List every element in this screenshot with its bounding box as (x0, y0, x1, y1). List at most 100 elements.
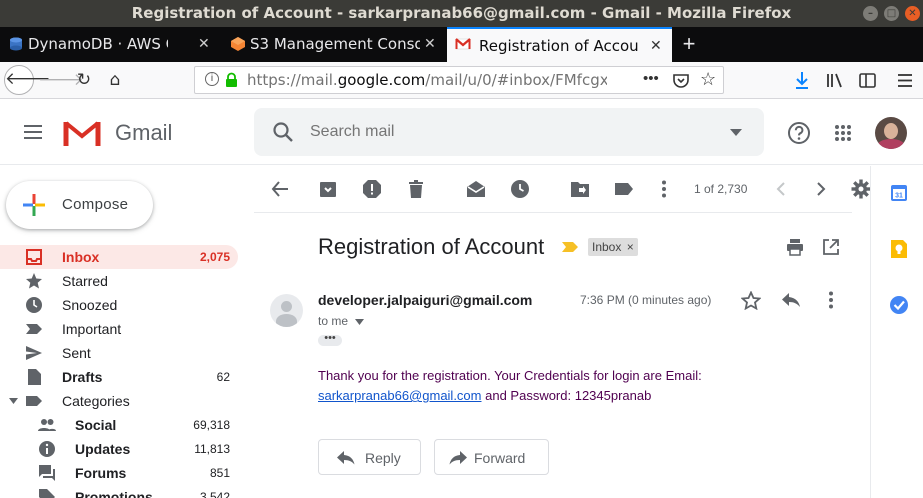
sidebar-item-categories[interactable]: Categories (0, 389, 238, 413)
newer-chevron-icon[interactable] (771, 179, 791, 199)
labels-icon[interactable] (614, 179, 634, 199)
gmail-header: Gmail (0, 100, 923, 165)
gmail-logo-icon[interactable] (62, 118, 102, 148)
body-text-line2: and Password: 12345pranab (481, 388, 652, 403)
sidebar-item-updates[interactable]: Updates 11,813 (0, 437, 238, 461)
sidebar-item-count: 2,075 (199, 250, 230, 264)
settings-gear-icon[interactable] (851, 179, 871, 199)
apps-icon[interactable] (834, 124, 852, 142)
remove-label-icon[interactable]: × (627, 240, 634, 254)
forum-icon (39, 465, 55, 481)
pocket-icon[interactable] (673, 73, 689, 88)
tab-close-icon[interactable]: ✕ (424, 27, 436, 61)
tab-close-icon[interactable]: ✕ (198, 27, 210, 61)
keep-icon[interactable] (890, 239, 908, 259)
sidebar-item-social[interactable]: Social 69,318 (0, 413, 238, 437)
sidebar-item-sent[interactable]: Sent (0, 341, 238, 365)
open-new-window-icon[interactable] (822, 238, 840, 256)
sidebar-toggle-icon[interactable] (859, 73, 876, 88)
back-to-inbox-icon[interactable] (270, 179, 290, 199)
maximize-icon[interactable]: □ (884, 6, 899, 21)
tab-s3[interactable]: S3 Management Console ✕ (222, 27, 446, 62)
move-to-icon[interactable] (570, 179, 590, 199)
window-title-bar: Registration of Account - sarkarpranab66… (0, 0, 923, 27)
reply-button[interactable]: Reply (318, 439, 421, 475)
forward-icon[interactable]: 🡒 (38, 66, 84, 94)
support-icon[interactable] (787, 121, 811, 145)
account-avatar[interactable] (875, 117, 907, 149)
reply-icon[interactable] (781, 292, 801, 308)
tab-dynamodb[interactable]: DynamoDB · AWS Console ✕ (0, 27, 222, 62)
bookmark-star-icon[interactable]: ☆ (700, 69, 716, 90)
message-more-icon[interactable] (822, 290, 840, 310)
gmail-brand-text: Gmail (115, 120, 173, 145)
collapse-arrow-icon[interactable] (9, 398, 18, 404)
mark-unread-icon[interactable] (466, 179, 486, 199)
sidebar-item-starred[interactable]: Starred (0, 269, 238, 293)
svg-text:31: 31 (895, 193, 903, 200)
recipient-line[interactable]: to me (318, 314, 365, 328)
sidebar-item-snoozed[interactable]: Snoozed (0, 293, 238, 317)
sidebar-item-forums[interactable]: Forums 851 (0, 461, 238, 485)
tab-gmail[interactable]: Registration of Account ✕ (447, 27, 672, 62)
page-actions-icon[interactable]: ••• (643, 70, 659, 87)
info-icon[interactable]: i (205, 72, 219, 86)
tab-close-icon[interactable]: ✕ (650, 29, 662, 62)
search-options-icon[interactable] (730, 129, 742, 136)
delete-icon[interactable] (406, 179, 426, 199)
search-icon[interactable] (272, 121, 294, 143)
sidebar-item-label: Important (62, 321, 122, 337)
search-bar[interactable] (254, 108, 764, 156)
tab-label: S3 Management Console (250, 35, 420, 53)
reply-arrow-icon (337, 451, 355, 465)
forward-arrow-icon (449, 451, 467, 465)
tab-label: DynamoDB · AWS Console (28, 35, 168, 53)
close-icon[interactable]: ✕ (905, 6, 920, 21)
inbox-icon (26, 249, 42, 265)
sidebar-item-count: 3,542 (199, 490, 230, 498)
url-bar[interactable]: i https://mail.google.com/mail/u/0/#inbo… (194, 66, 724, 94)
window-title: Registration of Account - sarkarpranab66… (131, 4, 792, 22)
main-menu-icon[interactable] (22, 122, 46, 142)
star-message-icon[interactable] (741, 291, 761, 310)
archive-icon[interactable] (318, 179, 338, 199)
forward-button[interactable]: Forward (434, 439, 549, 475)
download-icon[interactable] (794, 71, 810, 90)
home-icon[interactable]: ⌂ (101, 66, 129, 94)
hamburger-menu-icon[interactable] (897, 73, 913, 88)
body-email-link[interactable]: sarkarpranab66@gmail.com (318, 388, 482, 403)
compose-plus-icon (23, 194, 45, 216)
new-tab-button[interactable]: + (678, 27, 700, 62)
sender-email[interactable]: developer.jalpaiguri@gmail.com (318, 292, 532, 308)
minimize-icon[interactable]: – (863, 6, 878, 21)
older-chevron-icon[interactable] (811, 179, 831, 199)
forward-label: Forward (474, 450, 526, 466)
sidebar-item-count: 851 (209, 466, 230, 480)
send-icon (26, 346, 42, 360)
tasks-icon[interactable] (889, 295, 909, 315)
sidebar-item-inbox[interactable]: Inbox 2,075 (0, 245, 238, 269)
show-trimmed-content-button[interactable]: ••• (318, 333, 342, 346)
message-body: Thank you for the registration. Your Cre… (318, 366, 738, 406)
report-spam-icon[interactable] (362, 179, 382, 199)
library-icon[interactable] (826, 73, 844, 88)
tag-icon (39, 489, 55, 498)
sidebar-item-label: Updates (75, 441, 131, 457)
more-options-icon[interactable] (654, 179, 674, 199)
back-icon[interactable]: 🡐 (4, 65, 51, 95)
importance-marker-icon[interactable] (561, 241, 579, 253)
reload-icon[interactable]: ↻ (70, 66, 98, 94)
star-icon (26, 273, 42, 289)
print-icon[interactable] (786, 238, 804, 256)
search-input[interactable] (310, 120, 690, 144)
sidebar-item-promotions[interactable]: Promotions 3,542 (0, 485, 238, 498)
sidebar-item-label: Inbox (62, 249, 100, 265)
calendar-icon[interactable]: 31 (890, 184, 908, 202)
compose-button[interactable]: Compose (6, 181, 153, 229)
show-details-icon[interactable] (355, 319, 365, 325)
sidebar-item-label: Social (75, 417, 117, 433)
sidebar-item-important[interactable]: Important (0, 317, 238, 341)
snooze-icon[interactable] (510, 179, 530, 199)
sidebar-item-drafts[interactable]: Drafts 62 (0, 365, 238, 389)
sender-avatar[interactable] (270, 294, 303, 327)
